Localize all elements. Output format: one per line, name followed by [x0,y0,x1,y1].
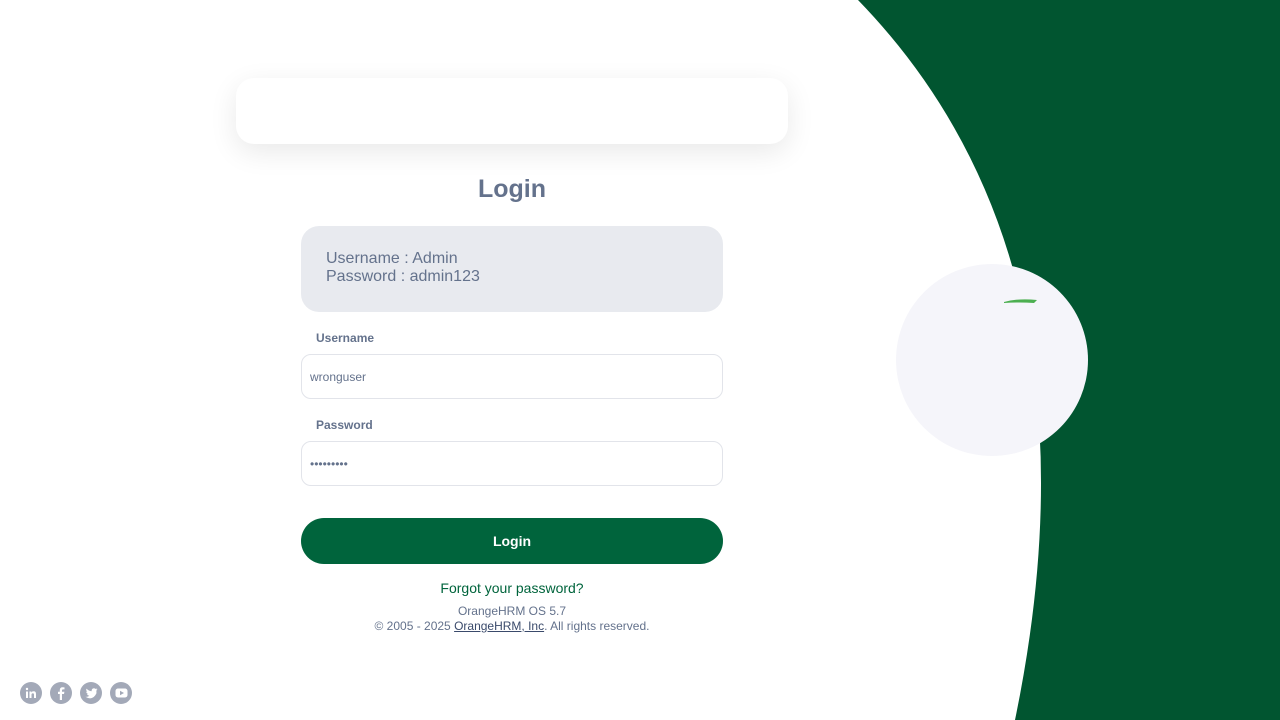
facebook-icon[interactable] [50,682,72,704]
hint-password: Password : admin123 [326,268,480,285]
company-link[interactable]: OrangeHRM, Inc [454,619,544,633]
youtube-icon[interactable] [110,682,132,704]
password-label: Password [316,418,373,432]
forgot-password-link[interactable]: Forgot your password? [300,580,724,596]
linkedin-icon[interactable] [20,682,42,704]
copyright-text: © 2005 - 2025 OrangeHRM, Inc. All rights… [300,619,724,634]
password-input[interactable] [301,441,723,486]
social-links [20,682,132,704]
footer: OrangeHRM OS 5.7 © 2005 - 2025 OrangeHRM… [300,604,724,634]
page-title: Login [477,175,547,203]
logo-card [236,78,788,144]
decorative-circle [896,264,1088,456]
login-button[interactable]: Login [301,518,723,564]
login-page: Login Username : Admin Password : admin1… [0,0,1280,720]
credentials-hint: Username : Admin Password : admin123 [301,226,723,312]
version-text: OrangeHRM OS 5.7 [457,604,567,618]
copyright-prefix: © 2005 - 2025 [374,619,455,633]
copyright-suffix: . All rights reserved. [544,619,650,633]
twitter-icon[interactable] [80,682,102,704]
username-label: Username [316,331,375,345]
username-input[interactable] [301,354,723,399]
hint-username: Username : Admin [326,250,458,267]
